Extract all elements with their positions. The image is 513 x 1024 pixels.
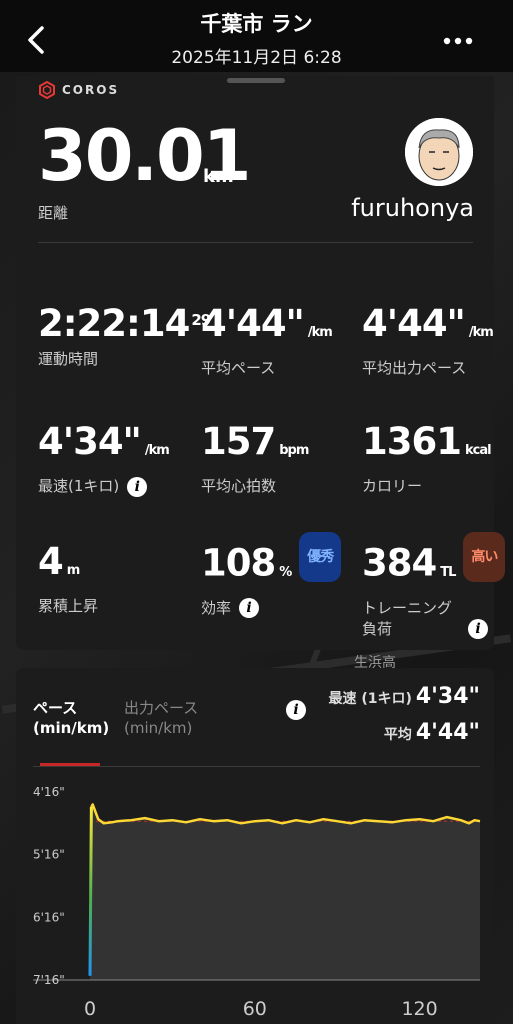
page-title: 千葉市 ラン xyxy=(200,12,313,36)
best-label: 最速 (1キロ) xyxy=(328,691,412,707)
efficiency-unit: % xyxy=(279,564,292,580)
calories-label: カロリー xyxy=(362,477,423,495)
avg-pace-value: 4'44" xyxy=(201,302,305,345)
info-icon[interactable]: i xyxy=(239,598,260,618)
avg-power-pace-value: 4'44" xyxy=(362,302,466,345)
top-bar: 千葉市 ラン 2025年11月2日 6:28 xyxy=(0,0,513,72)
avg-power-pace-label: 平均出力ペース xyxy=(362,359,467,377)
stat-avg-power-pace: 4'44"/km 平均出力ペース xyxy=(362,302,494,378)
training-load-unit: TL xyxy=(440,564,456,580)
avatar[interactable] xyxy=(405,118,473,186)
coros-logo: COROS xyxy=(38,81,119,99)
best-km-value: 4'34" xyxy=(38,420,142,463)
training-load-label-line2: 負荷 xyxy=(362,619,393,638)
info-icon[interactable]: i xyxy=(127,476,148,497)
y-tick-label: 4'16" xyxy=(33,785,65,799)
activity-summary-card: COROS 30.01 km 距離 furuhonya 2:22:14 29 運動… xyxy=(16,76,506,650)
y-tick-label: 6'16" xyxy=(33,910,65,924)
y-tick-label: 5'16" xyxy=(33,848,65,862)
avg-label: 平均 xyxy=(383,727,412,743)
y-tick-label: 7'16" xyxy=(33,973,65,987)
avg-hr-unit: bpm xyxy=(279,443,309,458)
info-icon[interactable]: i xyxy=(468,619,489,639)
efficiency-value: 108 xyxy=(201,541,276,585)
x-tick-label: 0 xyxy=(84,998,96,1020)
best-km-label: 最速(1キロ) xyxy=(38,477,120,495)
logo-text: COROS xyxy=(62,83,120,97)
avg-value: 4'44" xyxy=(415,720,480,745)
avg-pace-label: 平均ペース xyxy=(201,359,276,377)
more-options-button[interactable] xyxy=(441,30,475,52)
stat-avg-hr: 157 bpm 平均心拍数 xyxy=(201,420,309,496)
calories-value: 1361 xyxy=(362,420,462,463)
avg-pace-unit: /km xyxy=(307,325,333,340)
info-icon[interactable]: i xyxy=(286,700,306,720)
stat-avg-pace: 4'44"/km 平均ペース xyxy=(201,302,333,378)
best-value: 4'34" xyxy=(415,684,480,709)
efficiency-badge: 優秀 xyxy=(299,532,342,582)
distance-label: 距離 xyxy=(38,204,69,222)
avg-power-pace-unit: /km xyxy=(468,325,494,340)
stat-best-km: 4'34"/km 最速(1キロ) i xyxy=(38,420,170,497)
avatar-face-icon xyxy=(405,118,473,186)
tab-pace-line2: (min/km) xyxy=(33,719,110,737)
distance-unit: km xyxy=(203,166,234,187)
x-tick-label: 60 xyxy=(243,998,267,1020)
duration-label: 運動時間 xyxy=(38,350,99,368)
activity-datetime: 2025年11月2日 6:28 xyxy=(171,48,342,68)
x-tick-label: 120 xyxy=(401,998,437,1020)
tab-pace-line1: ペース xyxy=(33,699,78,717)
tab-pace[interactable]: ペース (min/km) xyxy=(33,698,109,738)
training-load-label-line1: トレーニング xyxy=(362,598,453,617)
pace-area xyxy=(90,804,480,980)
pace-summary: 最速 (1キロ) 4'34" 平均 4'44" xyxy=(328,680,480,752)
best-km-unit: /km xyxy=(144,443,170,458)
avg-hr-label: 平均心拍数 xyxy=(201,477,277,495)
stat-training-load: 384 TL 高い トレーニング 負荷 i xyxy=(362,532,506,639)
training-load-value: 384 xyxy=(362,541,437,585)
stat-calories: 1361 kcal カロリー xyxy=(362,420,492,496)
pace-chart-card: ペース (min/km) 出力ペース (min/km) i 最速 (1キロ) 4'… xyxy=(16,668,494,1024)
coros-hexagon-icon xyxy=(39,81,55,99)
stat-efficiency: 108 % 優秀 効率 i xyxy=(201,532,342,618)
drag-handle[interactable] xyxy=(227,78,285,83)
tab-divider xyxy=(33,766,480,767)
tab-power-pace[interactable]: 出力ペース (min/km) xyxy=(124,698,198,738)
more-dots-icon xyxy=(443,37,473,45)
pace-series-start xyxy=(88,806,93,976)
username: furuhonya xyxy=(351,194,474,222)
calories-unit: kcal xyxy=(464,443,492,458)
elevation-value: 4 xyxy=(38,540,64,583)
pace-chart[interactable]: 4'16" 5'16" 6'16" 7'16" 0 60 120 xyxy=(16,768,494,1024)
elevation-unit: m xyxy=(66,563,81,578)
stat-duration: 2:22:14 29 運動時間 xyxy=(38,302,211,369)
elevation-label: 累積上昇 xyxy=(38,597,99,615)
tab-power-pace-line2: (min/km) xyxy=(124,719,193,737)
duration-value: 2:22:14 xyxy=(38,302,190,345)
training-load-badge: 高い xyxy=(463,532,506,582)
efficiency-label: 効率 xyxy=(201,598,232,617)
tab-power-pace-line1: 出力ペース xyxy=(124,699,199,717)
divider xyxy=(38,242,473,243)
avg-hr-value: 157 xyxy=(201,420,276,463)
stat-elevation: 4m 累積上昇 xyxy=(38,540,98,616)
